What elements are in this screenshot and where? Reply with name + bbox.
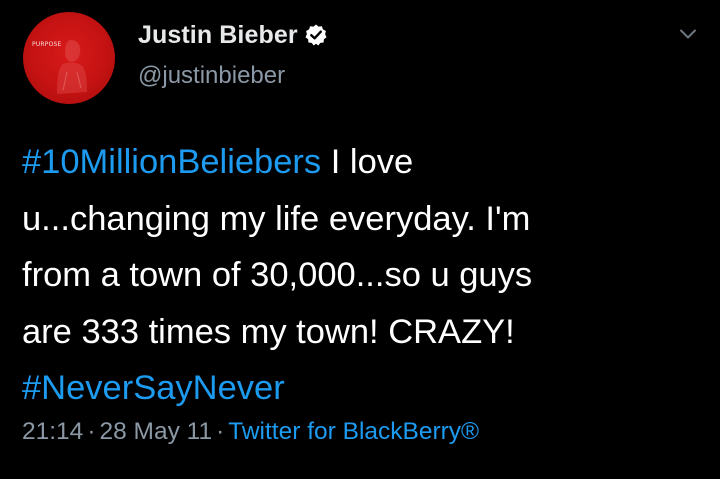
tweet-time[interactable]: 21:14	[22, 418, 83, 445]
verified-badge-icon	[305, 24, 327, 46]
author-name-row[interactable]: Justin Bieber	[138, 16, 328, 54]
avatar-figure-icon	[57, 40, 87, 94]
tweet-card[interactable]: PURPOSE Justin Bieber @justinbieber #10M…	[0, 0, 720, 479]
chevron-down-icon[interactable]	[676, 22, 700, 46]
hashtag-link[interactable]: #10MillionBeliebers	[22, 143, 321, 181]
meta-separator: ·	[216, 418, 225, 445]
display-name[interactable]: Justin Bieber	[138, 21, 298, 50]
tweet-source-link[interactable]: Twitter for BlackBerry®	[228, 418, 479, 445]
avatar[interactable]: PURPOSE	[23, 12, 115, 104]
user-handle[interactable]: @justinbieber	[138, 62, 285, 90]
meta-separator: ·	[87, 418, 96, 445]
tweet-date[interactable]: 28 May 11	[99, 418, 212, 445]
tweet-text: #10MillionBeliebers I love u...changing …	[22, 134, 712, 417]
tweet-meta: 21:14 · 28 May 11 · Twitter for BlackBerry®	[22, 418, 479, 446]
hashtag-link[interactable]: #NeverSayNever	[22, 369, 285, 407]
